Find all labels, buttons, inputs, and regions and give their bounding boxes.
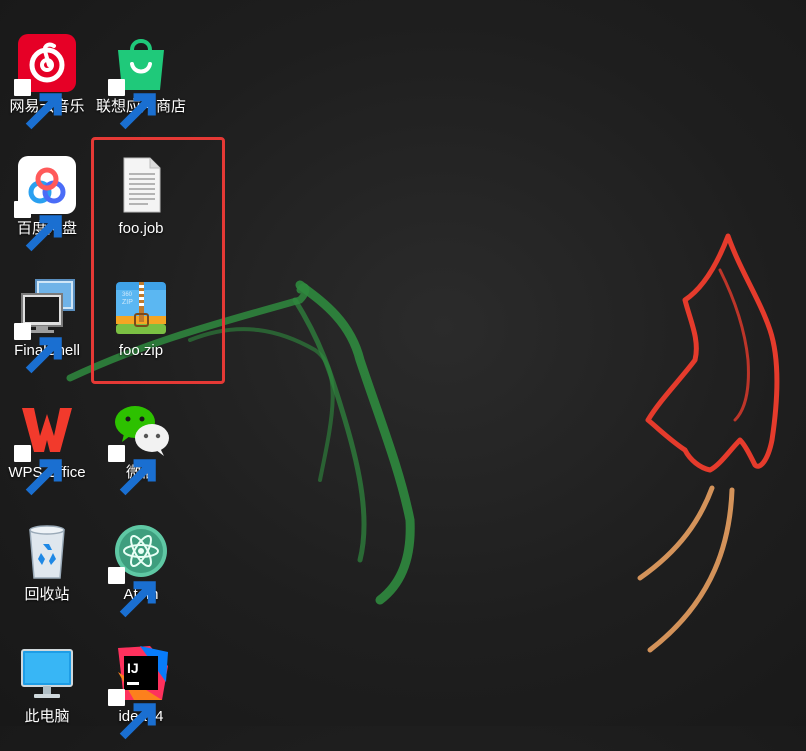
svg-text:360: 360 [122,292,133,298]
shortcut-arrow-icon [108,567,156,618]
desktop-icon-wechat[interactable]: 微信 [95,394,187,504]
this-pc-icon [21,649,73,698]
shortcut-arrow-icon [14,79,62,130]
svg-text:IJ: IJ [127,660,139,676]
desktop-icon-idea64[interactable]: IJ idea64 [95,638,187,748]
svg-text:ZIP: ZIP [122,299,133,306]
shortcut-arrow-icon [108,689,156,740]
shortcut-arrow-icon [14,323,62,374]
desktop-icon-foo-job[interactable]: foo.job [95,150,187,260]
desktop-icon-finalshell[interactable]: FinalShell [1,272,93,382]
icon-label: 回收站 [24,586,70,603]
desktop-icon-recycle-bin[interactable]: 回收站 [1,516,93,626]
desktop-icon-wps-office[interactable]: WPS Office [1,394,93,504]
desktop-icon-baidu-netdisk[interactable]: 百度网盘 [1,150,93,260]
shortcut-arrow-icon [14,201,62,252]
shortcut-arrow-icon [108,445,156,496]
zip-archive-icon: 360 ZIP [116,282,166,334]
shortcut-arrow-icon [108,79,156,130]
desktop-icon-this-pc[interactable]: 此电脑 [1,638,93,748]
recycle-bin-icon [29,525,65,579]
red-flame [645,233,780,473]
shortcut-arrow-icon [14,445,62,496]
desktop-icon-foo-zip[interactable]: 360 ZIP foo.zip [95,272,187,382]
text-file-icon [123,157,161,213]
orange-strokes [637,485,735,653]
icon-label: 此电脑 [24,708,70,725]
desktop-icon-lenovo-store[interactable]: 联想应用商店 [95,28,187,138]
desktop-icon-atom[interactable]: Atom [95,516,187,626]
desktop-icon-netease-music[interactable]: 网易云音乐 [1,28,93,138]
icon-label: foo.job [118,220,164,237]
icon-label: foo.zip [118,342,164,359]
